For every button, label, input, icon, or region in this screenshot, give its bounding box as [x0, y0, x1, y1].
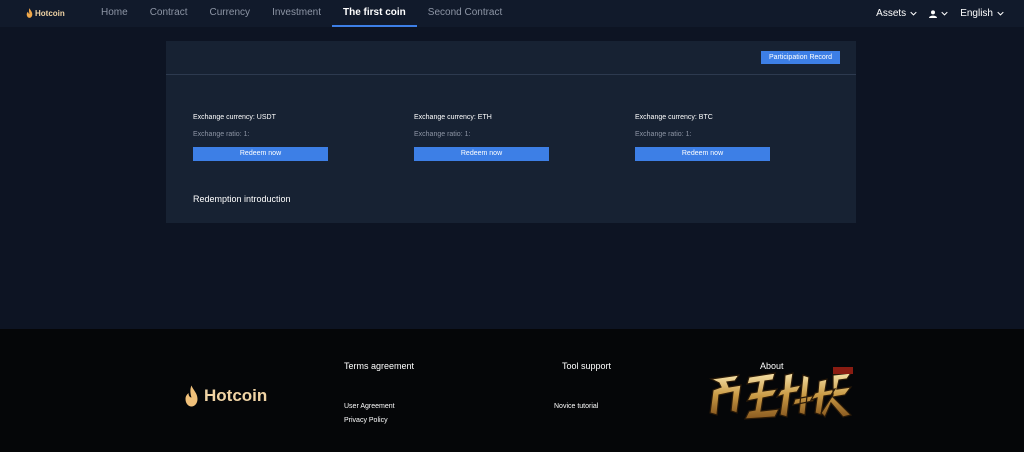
- assets-label: Assets: [876, 8, 907, 19]
- footer-brand-name: Hotcoin: [204, 386, 268, 405]
- exchange-currency-label: Exchange currency: BTC: [635, 114, 713, 121]
- brand-name: Hotcoin: [35, 8, 65, 18]
- redeem-now-button[interactable]: Redeem now: [193, 147, 328, 161]
- language-dropdown[interactable]: English: [960, 8, 1004, 19]
- redeem-now-button[interactable]: Redeem now: [414, 147, 549, 161]
- redemption-card: Participation Record Exchange currency: …: [166, 41, 856, 223]
- footer-brand-logo[interactable]: Hotcoin: [184, 385, 267, 407]
- privacy-policy-link[interactable]: Privacy Policy: [344, 417, 388, 424]
- exchange-column-eth: Exchange currency: ETH Exchange ratio: 1…: [414, 113, 549, 161]
- user-agreement-link[interactable]: User Agreement: [344, 403, 395, 410]
- redemption-introduction-title: Redemption introduction: [193, 194, 291, 204]
- nav-item-contract[interactable]: Contract: [139, 0, 199, 27]
- top-navigation-bar: Hotcoin Home Contract Currency Investmen…: [0, 0, 1024, 27]
- participation-record-button[interactable]: Participation Record: [761, 51, 840, 64]
- nav-item-currency[interactable]: Currency: [198, 0, 261, 27]
- redeem-now-button[interactable]: Redeem now: [635, 147, 770, 161]
- main-menu: Home Contract Currency Investment The fi…: [90, 0, 513, 27]
- exchange-ratio-label: Exchange ratio: 1:: [414, 131, 471, 138]
- terms-agreement-heading: Terms agreement: [344, 361, 415, 371]
- assets-dropdown[interactable]: Assets: [876, 8, 917, 19]
- nav-item-second-contract[interactable]: Second Contract: [417, 0, 514, 27]
- exchange-ratio-label: Exchange ratio: 1:: [635, 131, 692, 138]
- exchange-column-btc: Exchange currency: BTC Exchange ratio: 1…: [635, 113, 770, 161]
- exchange-currency-label: Exchange currency: USDT: [193, 114, 276, 121]
- exchange-currency-label: Exchange currency: ETH: [414, 114, 492, 121]
- page-footer: Hotcoin Terms agreement User Agreement P…: [0, 329, 1024, 452]
- exchange-ratio-label: Exchange ratio: 1:: [193, 131, 250, 138]
- card-divider: [166, 74, 856, 75]
- brand-logo[interactable]: Hotcoin: [26, 8, 65, 18]
- flame-icon: [185, 385, 198, 407]
- nav-item-investment[interactable]: Investment: [261, 0, 332, 27]
- novice-tutorial-link[interactable]: Novice tutorial: [554, 403, 598, 410]
- user-icon: [929, 9, 938, 18]
- chevron-down-icon: [997, 11, 1004, 16]
- exchange-column-usdt: Exchange currency: USDT Exchange ratio: …: [193, 113, 328, 161]
- nav-right-group: Assets English: [876, 0, 1004, 27]
- chevron-down-icon: [910, 11, 917, 16]
- user-dropdown[interactable]: [929, 9, 948, 18]
- nav-item-home[interactable]: Home: [90, 0, 139, 27]
- tool-support-heading: Tool support: [562, 361, 612, 371]
- language-label: English: [960, 8, 993, 19]
- calligraphy-logo-image: [709, 367, 853, 420]
- nav-item-the-first-coin[interactable]: The first coin: [331, 0, 417, 27]
- flame-icon: [26, 8, 33, 18]
- chevron-down-icon: [941, 11, 948, 16]
